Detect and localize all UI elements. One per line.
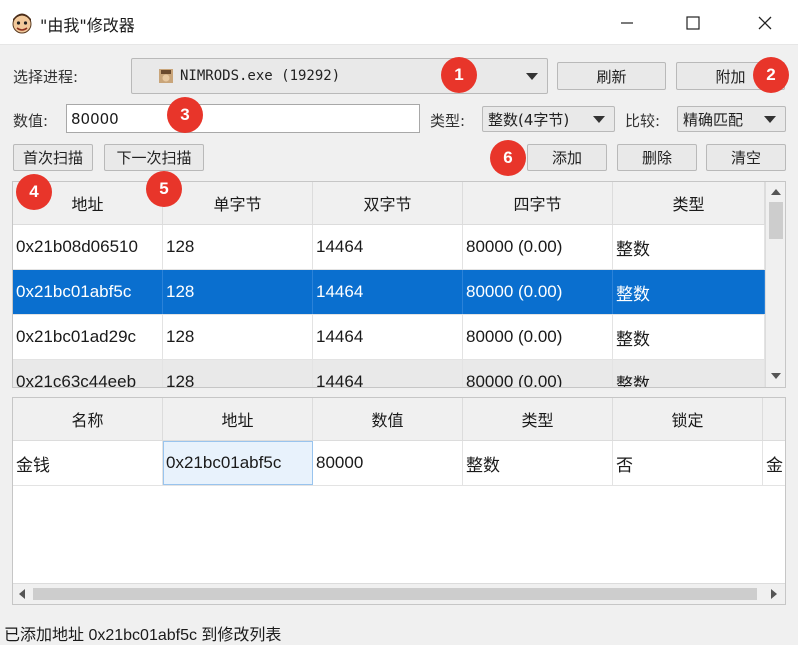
chevron-down-icon [764,116,776,123]
cell-byte: 128 [163,315,313,359]
scroll-thumb[interactable] [769,202,783,239]
type-select[interactable]: 整数(4字节) [482,106,615,132]
cell-lock: 否 [613,441,763,485]
cell-address: 0x21bc01ad29c [13,315,163,359]
type-value: 整数(4字节) [488,110,570,129]
cell-value: 80000 [313,441,463,485]
title-bar: "由我"修改器 [0,0,798,45]
chevron-down-icon [593,116,605,123]
scroll-left-icon[interactable] [19,589,25,599]
process-label: 选择进程: [13,68,79,86]
table-row[interactable]: 0x21bc01ad29c 128 14464 80000 (0.00) 整数 [13,315,765,360]
cell-byte: 128 [163,360,313,387]
modify-header: 名称 地址 数值 类型 锁定 [13,398,785,441]
cell-2byte: 14464 [313,360,463,387]
modify-col-value[interactable]: 数值 [313,398,463,440]
clear-button[interactable]: 清空 [706,144,786,171]
results-col-2byte[interactable]: 双字节 [313,182,463,224]
close-button[interactable] [742,0,788,45]
cell-address: 0x21c63c44eeb [13,360,163,387]
results-table: 地址 单字节 双字节 四字节 类型 0x21b08d06510 128 1446… [12,181,786,388]
cell-type: 整数 [613,225,765,269]
results-col-byte[interactable]: 单字节 [163,182,313,224]
cell-2byte: 14464 [313,225,463,269]
modify-col-type[interactable]: 类型 [463,398,613,440]
results-header: 地址 单字节 双字节 四字节 类型 [13,182,765,225]
modify-hscrollbar[interactable] [13,583,785,604]
refresh-button[interactable]: 刷新 [557,62,666,90]
cell-type: 整数 [613,360,765,387]
cell-byte: 128 [163,225,313,269]
cell-address: 0x21bc01abf5c [13,270,163,314]
results-col-type[interactable]: 类型 [613,182,765,224]
delete-button[interactable]: 删除 [617,144,697,171]
results-col-4byte[interactable]: 四字节 [463,182,613,224]
badge-5: 5 [146,171,182,207]
table-row[interactable]: 金钱 0x21bc01abf5c 80000 整数 否 金 [13,441,785,486]
results-scrollbar[interactable] [765,182,785,387]
cell-name: 金钱 [13,441,163,485]
badge-3: 3 [167,97,203,133]
modify-col-extra[interactable] [763,398,785,440]
add-button[interactable]: 添加 [527,144,607,171]
cell-address-focused[interactable]: 0x21bc01abf5c [163,441,313,485]
scroll-down-icon[interactable] [771,373,781,379]
modify-col-lock[interactable]: 锁定 [613,398,763,440]
cell-2byte: 14464 [313,270,463,314]
compare-label: 比较: [625,112,661,130]
value-label: 数值: [13,112,49,130]
compare-value: 精确匹配 [683,110,744,129]
process-select[interactable]: NIMRODS.exe (19292) [131,58,548,94]
cell-byte: 128 [163,270,313,314]
cell-4byte: 80000 (0.00) [463,315,613,359]
table-row[interactable]: 0x21c63c44eeb 128 14464 80000 (0.00) 整数 [13,360,765,387]
app-face-icon [10,11,34,35]
process-icon [158,68,174,84]
first-scan-button[interactable]: 首次扫描 [13,144,93,171]
type-label: 类型: [430,112,466,130]
badge-2: 2 [753,57,789,93]
modify-col-name[interactable]: 名称 [13,398,163,440]
table-row[interactable]: 0x21b08d06510 128 14464 80000 (0.00) 整数 [13,225,765,270]
cell-4byte: 80000 (0.00) [463,270,613,314]
process-value: NIMRODS.exe (19292) [180,68,341,84]
cell-type: 整数 [463,441,613,485]
maximize-button[interactable] [670,0,716,45]
scroll-thumb[interactable] [33,588,757,600]
scroll-right-icon[interactable] [771,589,777,599]
cell-4byte: 80000 (0.00) [463,360,613,387]
badge-4: 4 [16,174,52,210]
badge-6: 6 [490,140,526,176]
cell-2byte: 14464 [313,315,463,359]
cell-4byte: 80000 (0.00) [463,225,613,269]
table-row-selected[interactable]: 0x21bc01abf5c 128 14464 80000 (0.00) 整数 [13,270,765,315]
compare-select[interactable]: 精确匹配 [677,106,786,132]
value-text: 80000 [71,109,119,128]
chevron-down-icon [526,73,538,80]
modify-list-table: 名称 地址 数值 类型 锁定 金钱 0x21bc01abf5c 80000 整数… [12,397,786,605]
cell-type: 整数 [613,315,765,359]
badge-1: 1 [441,57,477,93]
cell-extra: 金 [763,441,785,485]
window-title: "由我"修改器 [40,16,135,35]
minimize-button[interactable] [604,0,650,45]
cell-address: 0x21b08d06510 [13,225,163,269]
cell-type: 整数 [613,270,765,314]
value-input[interactable]: 80000 [66,104,420,133]
scroll-up-icon[interactable] [771,189,781,195]
next-scan-button[interactable]: 下一次扫描 [104,144,204,171]
status-text: 已添加地址 0x21bc01abf5c 到修改列表 [4,627,282,644]
modify-col-address[interactable]: 地址 [163,398,313,440]
